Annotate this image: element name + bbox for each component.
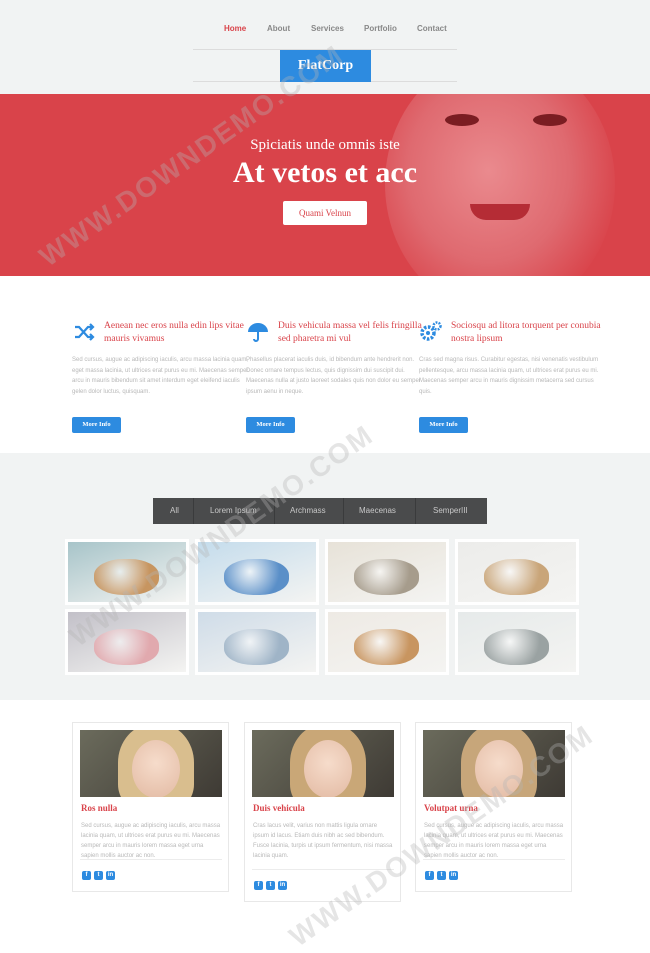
feature-title: Sociosqu ad litora torquent per conubia … <box>451 321 601 344</box>
team-card: Volutpat urna Sed cursus, augue ac adipi… <box>415 722 572 892</box>
bread-shape <box>353 628 419 665</box>
linkedin-icon[interactable]: in <box>449 871 458 880</box>
hero-title: At vetos et acc <box>232 156 418 189</box>
portfolio-tile[interactable] <box>325 609 449 675</box>
shuffle-icon <box>75 323 95 341</box>
site-logo[interactable]: FlatCorp <box>280 50 371 82</box>
more-info-button[interactable]: More Info <box>72 417 121 433</box>
linkedin-icon[interactable]: in <box>106 871 115 880</box>
portfolio-tile[interactable] <box>325 539 449 605</box>
facebook-icon[interactable]: f <box>254 881 263 890</box>
chair-image <box>328 542 446 602</box>
cookies-image <box>68 542 186 602</box>
main-nav: Home About Services Portfolio Contact <box>0 24 650 38</box>
nav-about[interactable]: About <box>267 24 290 33</box>
hero-subtitle: Spiciatis unde omnis iste <box>250 137 400 153</box>
social-links: f t in <box>425 871 465 881</box>
kitchenware-image <box>458 542 576 602</box>
candles-shape <box>93 628 159 665</box>
team-member-name: Ros nulla <box>81 803 118 813</box>
nav-contact[interactable]: Contact <box>417 24 447 33</box>
team-member-bio: Sed cursus, augue ac adipiscing iaculis,… <box>424 823 564 859</box>
filter-maecenas[interactable]: Maecenas <box>359 498 396 524</box>
face-shape <box>304 740 352 797</box>
social-links: f t in <box>82 871 122 881</box>
gears-icon <box>420 321 442 341</box>
portfolio-tile[interactable] <box>65 609 189 675</box>
bread-image <box>328 612 446 672</box>
social-links: f t in <box>254 881 294 891</box>
hero-banner: Spiciatis unde omnis iste At vetos et ac… <box>0 94 650 276</box>
filter-lorem-ipsum[interactable]: Lorem Ipsum <box>210 498 257 524</box>
more-info-button[interactable]: More Info <box>246 417 295 433</box>
twitter-icon[interactable]: t <box>266 881 275 890</box>
filter-all[interactable]: All <box>170 498 179 524</box>
nav-home[interactable]: Home <box>224 24 246 33</box>
feature-text: Phasellus placerat iaculis duis, id bibe… <box>246 357 421 395</box>
team-member-photo <box>80 730 222 797</box>
cushions-shape <box>223 558 289 595</box>
face-shape <box>132 740 180 797</box>
twitter-icon[interactable]: t <box>437 871 446 880</box>
site-header: Home About Services Portfolio Contact Fl… <box>0 0 650 94</box>
kitchenware-shape <box>483 558 549 595</box>
more-info-button[interactable]: More Info <box>419 417 468 433</box>
towels-image <box>198 612 316 672</box>
chair-shape <box>353 558 419 595</box>
nav-services[interactable]: Services <box>311 24 344 33</box>
team-member-name: Volutpat urna <box>424 803 478 813</box>
team-member-name: Duis vehicula <box>253 803 305 813</box>
facebook-icon[interactable]: f <box>425 871 434 880</box>
facebook-icon[interactable]: f <box>82 871 91 880</box>
team-card: Ros nulla Sed cursus, augue ac adipiscin… <box>72 722 229 892</box>
umbrella-icon <box>248 323 268 342</box>
portfolio-tile[interactable] <box>455 609 579 675</box>
clock-shape <box>483 628 549 665</box>
hero-cta-button[interactable]: Quami Velnun <box>283 201 367 225</box>
towels-shape <box>223 628 289 665</box>
linkedin-icon[interactable]: in <box>278 881 287 890</box>
clock-image <box>458 612 576 672</box>
portfolio-tile[interactable] <box>195 539 319 605</box>
feature-text: Cras sed magna risus. Curabitur egestas,… <box>419 357 599 395</box>
portfolio-section: All Lorem Ipsum Archmass Maecenas Semper… <box>0 453 650 700</box>
team-member-bio: Cras lacus velit, varius non mattis ligu… <box>253 823 393 859</box>
cushions-image <box>198 542 316 602</box>
team-member-photo <box>423 730 565 797</box>
team-member-bio: Sed cursus, augue ac adipiscing iaculis,… <box>81 823 221 859</box>
candles-image <box>68 612 186 672</box>
team-card: Duis vehicula Cras lacus velit, varius n… <box>244 722 401 902</box>
filter-archmass[interactable]: Archmass <box>290 498 326 524</box>
portfolio-filter-bar: All Lorem Ipsum Archmass Maecenas Semper… <box>153 498 487 524</box>
nav-portfolio[interactable]: Portfolio <box>364 24 397 33</box>
face-shape <box>475 740 523 797</box>
feature-title: Aenean nec eros nulla edin lips vitae ma… <box>104 321 244 344</box>
portfolio-tile[interactable] <box>195 609 319 675</box>
filter-semperiii[interactable]: SemperIII <box>433 498 468 524</box>
portfolio-tile[interactable] <box>455 539 579 605</box>
twitter-icon[interactable]: t <box>94 871 103 880</box>
team-member-photo <box>252 730 394 797</box>
feature-title: Duis vehicula massa vel felis fringilla … <box>278 321 422 344</box>
portfolio-tile[interactable] <box>65 539 189 605</box>
cookies-shape <box>93 558 159 595</box>
feature-text: Sed cursus, augue ac adipiscing iaculis,… <box>72 357 249 395</box>
